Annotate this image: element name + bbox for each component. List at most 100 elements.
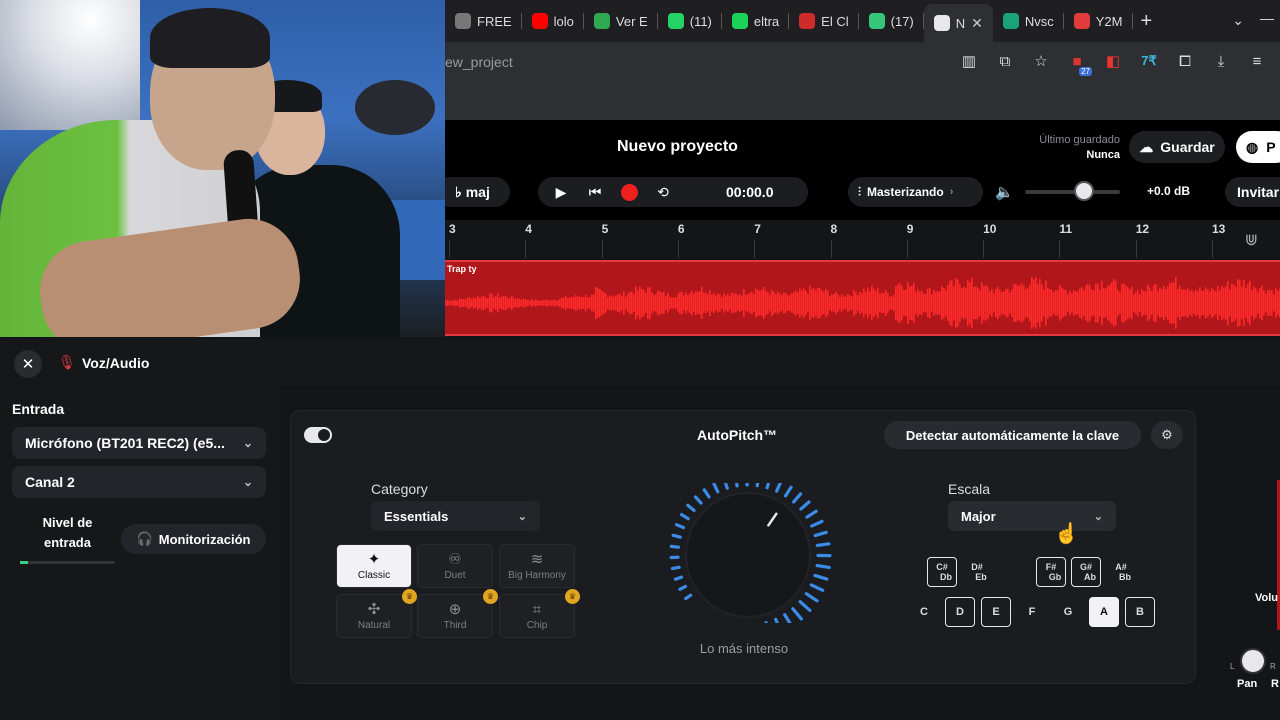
extensions-puzzle-icon[interactable]: ⧠ [1176,52,1194,70]
key-d[interactable]: D [945,597,975,627]
waveform-bar [837,294,839,312]
browser-tab[interactable]: eltra [722,5,790,37]
tab-close-icon[interactable]: ✕ [971,15,983,32]
master-volume-slider[interactable] [1025,190,1120,194]
waveform-bar [841,294,843,312]
intensity-knob[interactable] [661,473,836,638]
waveform-bar [517,298,519,308]
download-icon[interactable]: ⤓ [1212,52,1230,70]
url-text[interactable]: ew_project [445,54,513,70]
channel-select[interactable]: Canal 2 ⌄ [12,466,266,498]
detect-key-button[interactable]: Detectar automáticamente la clave [884,421,1141,449]
intensity-tick [755,474,761,488]
key-b[interactable]: B [1125,597,1155,627]
waveform-bar [941,286,943,320]
preset-duet[interactable]: ♾ Duet [417,544,493,588]
translate-extension-icon[interactable]: 7₹ [1140,52,1158,70]
browser-tab[interactable]: Nvsc [993,5,1064,37]
timeline-ruler[interactable]: ⋓ 3 4 5 6 7 8 9 10 11 12 13 [445,220,1280,260]
preset-classic[interactable]: ✦ Classic [336,544,412,588]
key-c-sharp[interactable]: C# Db [927,557,957,587]
waveform-bar [611,295,613,311]
scale-select[interactable]: Major ⌄ [948,501,1116,531]
preset-third[interactable]: ⊕ Third ♛ [417,589,498,638]
waveform-bar [471,299,473,307]
waveform-bar [1087,283,1089,323]
key-a[interactable]: A [1089,597,1119,627]
autopitch-settings-button[interactable]: ⚙ [1151,421,1183,449]
extension-red-icon[interactable]: ◧ [1104,52,1122,70]
reading-list-icon[interactable]: ≡ [1248,52,1266,70]
waveform-bar [1105,288,1107,318]
minimize-icon[interactable]: — [1260,10,1274,26]
preset-natural[interactable]: ✣ Natural ♛ [336,589,417,638]
key-f-sharp[interactable]: F# Gb [1036,557,1066,587]
tab-search-chevron-icon[interactable]: ⌄ [1232,12,1244,29]
cast-icon[interactable]: ⧉ [996,52,1014,70]
audio-track-region[interactable]: Trap ty [445,260,1280,336]
pan-knob[interactable] [1240,648,1266,674]
browser-tab[interactable]: (17) [859,5,924,37]
skip-back-icon[interactable]: ⏮ [578,177,612,207]
waveform-bar [569,297,571,309]
play-icon[interactable]: ▶ [544,177,578,207]
save-button[interactable]: ☁ Guardar [1129,131,1225,163]
master-volume-knob[interactable] [1073,181,1094,201]
microphone-select[interactable]: Micrófono (BT201 REC2) (e5... ⌄ [12,427,266,459]
waveform-bar [677,294,679,312]
key-d-sharp[interactable]: D# Eb [962,557,992,587]
waveform-bar [1035,277,1037,329]
waveform-bar [813,288,815,318]
browser-tab[interactable]: FREE [445,5,522,37]
waveform-bar [489,293,491,313]
browser-tab[interactable]: Y2M [1064,5,1133,37]
waveform-bar [595,286,597,320]
waveform-bar [1113,279,1115,327]
key-flat-label: Db [940,572,952,582]
loop-icon[interactable]: ⟲ [646,177,680,207]
browser-tab[interactable]: lolo [522,5,584,37]
browser-tab[interactable]: N ✕ [923,4,993,42]
close-panel-button[interactable]: ✕ [14,350,42,378]
waveform-bar [1231,283,1233,323]
preset-chip[interactable]: ⌗ Chip ♛ [499,589,580,638]
waveform-bar [857,295,859,311]
mastering-button[interactable]: ⫶ Masterizando › [848,177,983,207]
preset-big-harmony[interactable]: ≋ Big Harmony [499,544,575,588]
invite-button[interactable]: Invitar [1225,177,1280,207]
key-f[interactable]: F [1017,597,1047,627]
waveform-bar [781,295,783,311]
speaker-icon[interactable]: 🔈 [995,183,1014,201]
reader-mode-icon[interactable]: ▥ [960,52,978,70]
waveform-bar [1187,288,1189,318]
key-g[interactable]: G [1053,597,1083,627]
waveform-bar [541,300,543,306]
record-button[interactable] [612,177,646,207]
key-e[interactable]: E [981,597,1011,627]
key-a-sharp[interactable]: A# Bb [1106,557,1136,587]
waveform-bar [1205,287,1207,319]
key-c[interactable]: C [909,597,939,627]
key-selector[interactable]: ♭ maj [435,177,510,207]
bookmark-star-icon[interactable]: ☆ [1032,52,1050,70]
waveform-bar [1151,291,1153,315]
new-tab-icon[interactable]: + [1141,10,1153,33]
browser-tab[interactable]: Ver E [584,5,658,37]
extension-badge-icon[interactable]: ■ 27 [1068,52,1092,76]
magnet-snap-icon[interactable]: ⋓ [1245,230,1258,250]
waveform-bar [755,288,757,318]
cloud-upload-icon: ☁ [1139,138,1154,155]
key-g-sharp[interactable]: G# Ab [1071,557,1101,587]
browser-tab[interactable]: (11) [658,5,722,37]
waveform-bar [623,291,625,315]
project-title[interactable]: Nuevo proyecto [617,138,738,156]
waveform-bar [757,290,759,316]
autopitch-toggle[interactable] [304,427,332,443]
browser-tab[interactable]: El Cl [789,5,859,37]
waveform-bar [561,297,563,309]
publish-button[interactable]: ◍ P [1236,131,1280,163]
waveform-bar [1117,289,1119,317]
waveform-bar [1031,277,1033,329]
category-select[interactable]: Essentials ⌄ [371,501,540,531]
monitoring-button[interactable]: 🎧 Monitorización [121,524,266,554]
